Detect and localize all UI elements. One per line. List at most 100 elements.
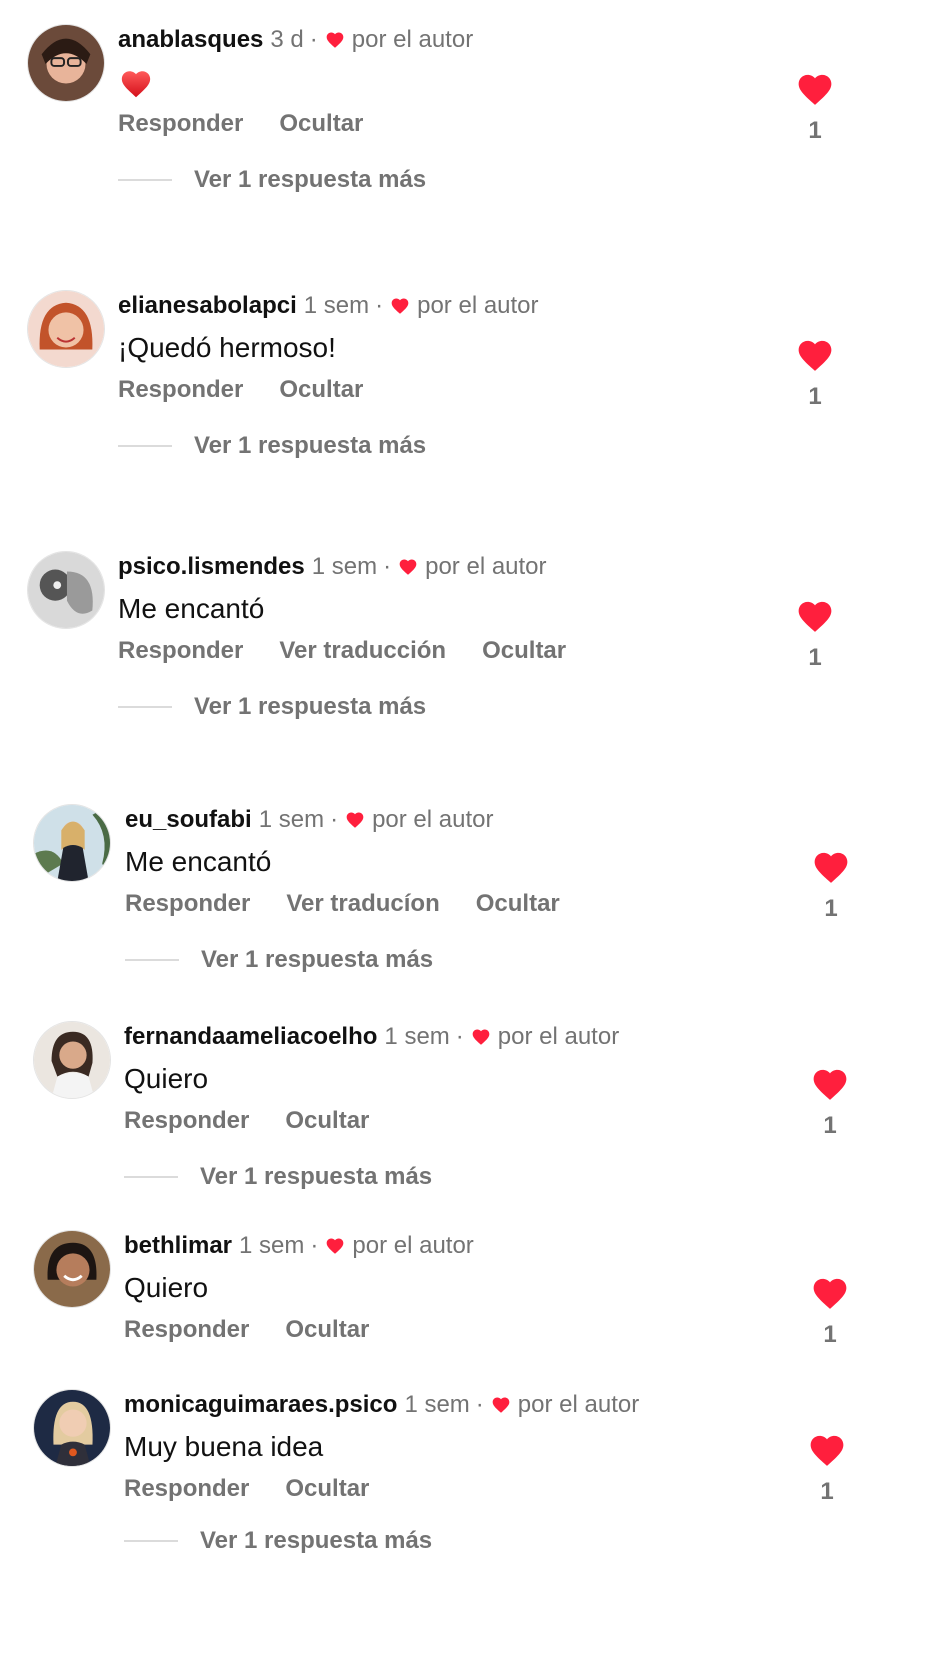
- author-liked-heart-icon: [472, 1029, 490, 1045]
- view-replies-label: Ver 1 respuesta más: [194, 432, 427, 459]
- like-count: 1: [808, 383, 822, 410]
- view-replies-button[interactable]: Ver 1 respuesta más: [118, 430, 426, 462]
- username[interactable]: bethlimar: [124, 1230, 232, 1262]
- view-replies-button[interactable]: Ver 1 respuesta más: [118, 691, 426, 723]
- like-count: 1: [808, 644, 822, 671]
- like-count: 1: [820, 1478, 834, 1505]
- username[interactable]: monicaguimaraes.psico: [124, 1389, 397, 1421]
- comment-text: Quiero: [124, 1063, 209, 1094]
- like-heart-icon[interactable]: [795, 70, 835, 106]
- replies-divider: [124, 1176, 178, 1178]
- reply-button[interactable]: Responder: [118, 110, 243, 137]
- reply-button[interactable]: Responder: [124, 1107, 249, 1134]
- author-liked-heart-icon: [327, 1238, 344, 1254]
- comment-actions: Responder Ocultar: [118, 108, 399, 140]
- author-liked-heart-icon: [399, 559, 417, 575]
- username[interactable]: eu_soufabi: [125, 804, 252, 836]
- username[interactable]: anablasques: [118, 24, 263, 56]
- view-replies-label: Ver 1 respuesta más: [194, 693, 427, 720]
- username[interactable]: elianesabolapci: [118, 290, 297, 322]
- hide-button[interactable]: Ocultar: [279, 110, 363, 137]
- reply-button[interactable]: Responder: [118, 637, 243, 664]
- view-replies-button[interactable]: Ver 1 respuesta más: [124, 1525, 432, 1557]
- by-author-label: por el autor: [352, 1232, 474, 1259]
- like-control: 1: [800, 1065, 860, 1141]
- by-author-label: por el autor: [351, 26, 474, 53]
- view-replies-button[interactable]: Ver 1 respuesta más: [118, 164, 426, 196]
- hide-button[interactable]: Ocultar: [285, 1475, 369, 1502]
- replies-divider: [118, 706, 172, 708]
- author-liked-heart-icon: [326, 32, 344, 48]
- comment-text: ¡Quedó hermoso!: [118, 332, 336, 363]
- reply-button[interactable]: Responder: [125, 890, 250, 917]
- replies-divider: [124, 1540, 178, 1542]
- view-replies-label: Ver 1 respuesta más: [201, 946, 434, 973]
- comment-actions: Responder Ocultar: [124, 1473, 405, 1505]
- comment-header: monicaguimaraes.psico 1 sem · por el aut…: [124, 1389, 639, 1421]
- avatar[interactable]: [27, 551, 105, 629]
- hide-button[interactable]: Ocultar: [285, 1107, 369, 1134]
- hide-button[interactable]: Ocultar: [482, 637, 566, 664]
- hide-button[interactable]: Ocultar: [279, 376, 363, 403]
- comment-header: fernandaameliacoelho 1 sem · por el auto…: [124, 1021, 619, 1053]
- comment-header: eu_soufabi 1 sem · por el autor: [125, 804, 493, 836]
- reply-button[interactable]: Responder: [118, 376, 243, 403]
- timestamp: 1 sem: [303, 292, 370, 319]
- timestamp: 1 sem: [311, 553, 378, 580]
- comment-text: Me encantó: [125, 846, 272, 877]
- like-heart-icon[interactable]: [795, 336, 835, 372]
- hide-button[interactable]: Ocultar: [285, 1316, 369, 1343]
- translate-button[interactable]: Ver traducíon: [286, 890, 439, 917]
- by-author-label: por el autor: [372, 806, 494, 833]
- like-count: 1: [824, 895, 838, 922]
- timestamp: 1 sem: [384, 1023, 450, 1050]
- avatar[interactable]: [33, 1389, 111, 1467]
- like-control: 1: [785, 336, 845, 412]
- author-liked-heart-icon: [492, 1397, 510, 1413]
- like-control: 1: [800, 1274, 860, 1350]
- like-heart-icon[interactable]: [810, 1274, 850, 1310]
- comment-actions: Responder Ver traducción Ocultar: [118, 635, 602, 667]
- separator-dot: ·: [475, 1391, 484, 1418]
- comment-text: Muy buena idea: [124, 1431, 324, 1462]
- by-author-label: por el autor: [517, 1391, 640, 1418]
- view-replies-label: Ver 1 respuesta más: [194, 166, 427, 193]
- separator-dot: ·: [375, 292, 384, 319]
- comment-text: [118, 64, 154, 101]
- comment-text: Quiero: [124, 1272, 209, 1303]
- comment-actions: Responder Ocultar: [124, 1105, 405, 1137]
- like-heart-icon[interactable]: [795, 597, 835, 633]
- timestamp: 1 sem: [239, 1232, 305, 1259]
- by-author-label: por el autor: [497, 1023, 620, 1050]
- avatar[interactable]: [33, 804, 111, 882]
- avatar[interactable]: [27, 290, 105, 368]
- replies-divider: [125, 959, 179, 961]
- reply-button[interactable]: Responder: [124, 1475, 249, 1502]
- replies-divider: [118, 179, 172, 181]
- reply-button[interactable]: Responder: [124, 1316, 249, 1343]
- like-count: 1: [823, 1112, 837, 1139]
- author-liked-heart-icon: [346, 812, 364, 828]
- hide-button[interactable]: Ocultar: [476, 890, 560, 917]
- like-control: 1: [801, 848, 861, 924]
- like-control: 1: [785, 70, 845, 146]
- translate-button[interactable]: Ver traducción: [279, 637, 446, 664]
- avatar[interactable]: [27, 24, 105, 102]
- username[interactable]: psico.lismendes: [118, 551, 305, 583]
- like-count: 1: [823, 1321, 837, 1348]
- view-replies-button[interactable]: Ver 1 respuesta más: [125, 944, 433, 976]
- comment-actions: Responder Ver traducíon Ocultar: [125, 888, 596, 920]
- timestamp: 3 d: [270, 26, 304, 53]
- view-replies-button[interactable]: Ver 1 respuesta más: [124, 1161, 432, 1193]
- separator-dot: ·: [310, 1232, 319, 1259]
- replies-divider: [118, 445, 172, 447]
- like-heart-icon[interactable]: [807, 1431, 847, 1467]
- avatar[interactable]: [33, 1021, 111, 1099]
- comment-header: psico.lismendes 1 sem · por el autor: [118, 551, 547, 583]
- avatar[interactable]: [33, 1230, 111, 1308]
- like-heart-icon[interactable]: [811, 848, 851, 884]
- like-control: 1: [797, 1431, 857, 1507]
- like-heart-icon[interactable]: [810, 1065, 850, 1101]
- by-author-label: por el autor: [425, 553, 547, 580]
- username[interactable]: fernandaameliacoelho: [124, 1021, 377, 1053]
